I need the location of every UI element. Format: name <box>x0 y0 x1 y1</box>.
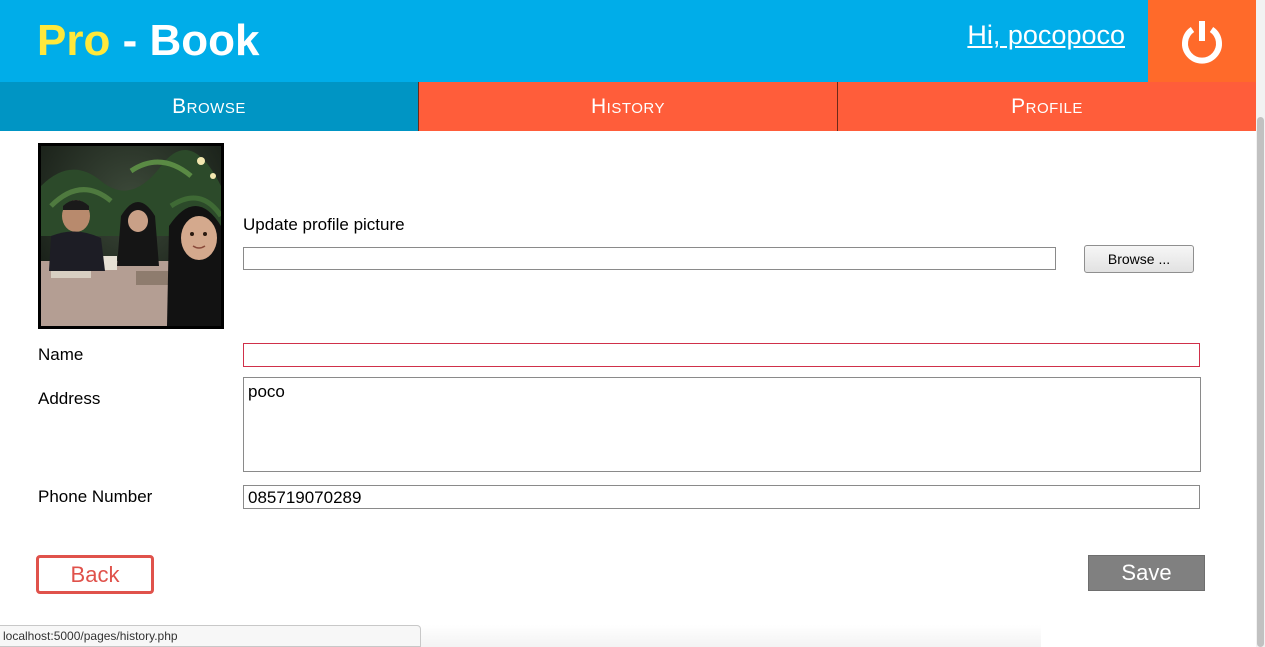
tab-profile[interactable]: Profile <box>837 82 1256 131</box>
back-button[interactable]: Back <box>36 555 154 594</box>
main-nav: Browse History Profile <box>0 82 1256 131</box>
phone-field[interactable]: 085719070289 <box>243 485 1200 509</box>
picture-file-input[interactable] <box>243 247 1056 270</box>
phone-label: Phone Number <box>38 487 153 506</box>
tab-browse-label: Browse <box>172 94 246 118</box>
profile-picture <box>38 143 224 329</box>
tab-profile-label: Profile <box>1011 94 1083 118</box>
logout-button[interactable] <box>1148 0 1256 82</box>
header-bar: Pro - Book Hi, pocopoco <box>0 0 1148 82</box>
name-field[interactable] <box>243 343 1200 367</box>
logo-pro: Pro <box>37 16 111 65</box>
profile-photo <box>41 146 224 326</box>
status-bar-url: localhost:5000/pages/history.php <box>0 625 421 647</box>
app-logo: Pro - Book <box>37 14 259 68</box>
address-label: Address <box>38 389 101 408</box>
vertical-scrollbar[interactable] <box>1256 0 1265 647</box>
user-greeting-link[interactable]: Hi, pocopoco <box>967 20 1125 51</box>
profile-edit-page: Pro - Book Hi, pocopoco Browse History P… <box>0 0 1265 647</box>
name-label: Name <box>38 345 84 364</box>
logo-book: - Book <box>110 16 260 65</box>
browse-button[interactable]: Browse ... <box>1084 245 1194 273</box>
tab-browse[interactable]: Browse <box>0 82 418 131</box>
page-fade <box>421 625 1041 647</box>
update-picture-label: Update profile picture <box>243 215 405 234</box>
address-field[interactable]: poco <box>243 377 1201 472</box>
scrollbar-thumb[interactable] <box>1257 117 1264 647</box>
tab-history[interactable]: History <box>418 82 837 131</box>
power-icon <box>1182 21 1222 64</box>
tab-history-label: History <box>591 94 665 118</box>
save-button[interactable]: Save <box>1088 555 1205 591</box>
